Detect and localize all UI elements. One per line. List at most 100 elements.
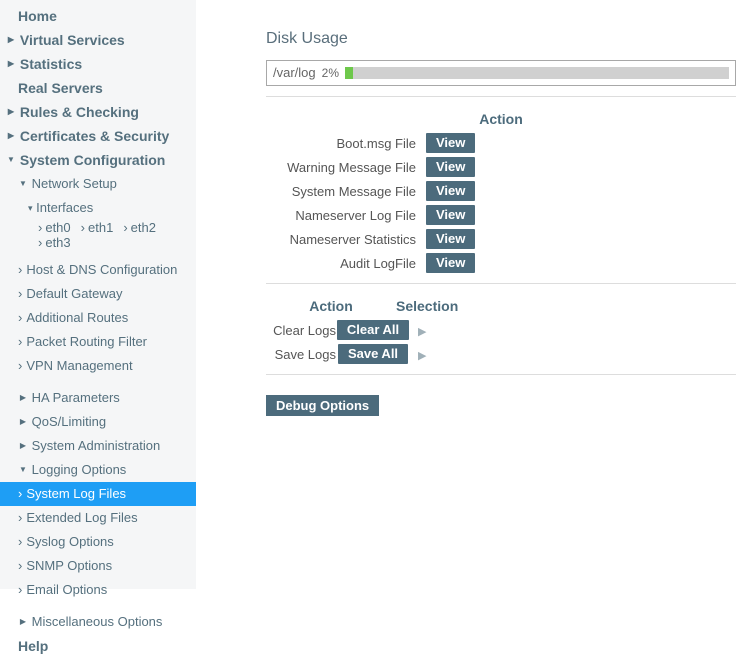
- sidebar: Home Virtual Services Statistics Real Se…: [0, 0, 196, 589]
- nav-packet-filter[interactable]: Packet Routing Filter: [0, 330, 196, 354]
- log-label: Audit LogFile: [266, 256, 416, 271]
- nav-certs-label: Certificates & Security: [20, 126, 169, 146]
- view-button[interactable]: View: [426, 181, 475, 201]
- nav-eth3[interactable]: eth3: [38, 235, 71, 250]
- log-label: Boot.msg File: [266, 136, 416, 151]
- nav-email-options[interactable]: Email Options: [0, 578, 196, 602]
- nav-statistics[interactable]: Statistics: [0, 52, 196, 76]
- nav-system-log-files[interactable]: System Log Files: [0, 482, 196, 506]
- view-button[interactable]: View: [426, 157, 475, 177]
- log-row: Nameserver Log FileView: [266, 205, 736, 225]
- nav-extended-log-files[interactable]: Extended Log Files: [0, 506, 196, 530]
- log-row: System Message FileView: [266, 181, 736, 201]
- action-header: Action: [266, 111, 736, 127]
- log-row: Warning Message File View: [266, 157, 736, 177]
- divider: [266, 374, 736, 375]
- nav-logging[interactable]: Logging Options: [0, 458, 196, 482]
- divider: [266, 283, 736, 284]
- nav-logging-label: Logging Options: [32, 460, 127, 480]
- clear-all-button[interactable]: Clear All: [337, 320, 409, 340]
- nav-real-servers[interactable]: Real Servers: [0, 76, 196, 100]
- nav-qos[interactable]: QoS/Limiting: [0, 410, 196, 434]
- nav-eth1[interactable]: eth1: [81, 220, 114, 235]
- clear-logs-label: Clear Logs: [266, 323, 336, 338]
- view-button[interactable]: View: [426, 133, 475, 153]
- chevron-right-icon: [6, 54, 16, 74]
- view-button[interactable]: View: [426, 205, 475, 225]
- bulk-row: Clear Logs Clear All: [266, 320, 736, 340]
- bulk-selection-header: Selection: [396, 298, 458, 314]
- nav-stats-label: Statistics: [20, 54, 82, 74]
- nav-sysadmin[interactable]: System Administration: [0, 434, 196, 458]
- nav-system-configuration[interactable]: System Configuration: [0, 148, 196, 172]
- disk-bar-fill: [345, 67, 353, 79]
- chevron-down-icon: [18, 460, 28, 480]
- disk-usage-title: Disk Usage: [266, 30, 736, 48]
- divider: [266, 96, 736, 97]
- nav-home[interactable]: Home: [0, 4, 196, 28]
- nav-certs[interactable]: Certificates & Security: [0, 124, 196, 148]
- nav-default-gateway[interactable]: Default Gateway: [0, 282, 196, 306]
- save-all-button[interactable]: Save All: [338, 344, 408, 364]
- nav-real-label: Real Servers: [18, 78, 103, 98]
- nav-hostdns-label: Host & DNS Configuration: [26, 260, 177, 280]
- nav-qos-label: QoS/Limiting: [32, 412, 106, 432]
- chevron-right-icon: [6, 30, 16, 50]
- nav-routes-label: Additional Routes: [26, 308, 128, 328]
- interfaces-row-1: eth0 eth1 eth2: [0, 220, 196, 235]
- nav-sysadmin-label: System Administration: [32, 436, 161, 456]
- log-label: Nameserver Statistics: [266, 232, 416, 247]
- expand-selection-icon[interactable]: [418, 326, 426, 338]
- nav-snmp-options[interactable]: SNMP Options: [0, 554, 196, 578]
- chevron-right-icon: [18, 412, 28, 432]
- chevron-right-icon: [6, 102, 16, 122]
- nav-extlog-label: Extended Log Files: [26, 508, 137, 528]
- chevron-down-icon: ▾: [28, 198, 33, 218]
- debug-options-button[interactable]: Debug Options: [266, 395, 379, 416]
- disk-usage-box: /var/log 2%: [266, 60, 736, 86]
- bulk-header: Action Selection: [266, 298, 736, 314]
- nav-filter-label: Packet Routing Filter: [26, 332, 147, 352]
- chevron-right-icon: [6, 126, 16, 146]
- expand-selection-icon[interactable]: [418, 350, 426, 362]
- nav-gateway-label: Default Gateway: [26, 284, 122, 304]
- nav-interfaces-label: Interfaces: [36, 198, 93, 218]
- nav-additional-routes[interactable]: Additional Routes: [0, 306, 196, 330]
- nav-virtual-services[interactable]: Virtual Services: [0, 28, 196, 52]
- log-label: Warning Message File: [266, 160, 416, 175]
- bulk-action-header: Action: [266, 298, 396, 314]
- chevron-down-icon: [6, 150, 16, 170]
- chevron-right-icon: [18, 436, 28, 456]
- nav-help[interactable]: Help: [0, 634, 196, 658]
- chevron-down-icon: [18, 174, 28, 194]
- bulk-actions-block: Action Selection Clear Logs Clear All Sa…: [266, 298, 736, 364]
- nav-eth0[interactable]: eth0: [38, 220, 71, 235]
- nav-netsetup-label: Network Setup: [32, 174, 117, 194]
- view-button[interactable]: View: [426, 229, 475, 249]
- nav-email-label: Email Options: [26, 580, 107, 600]
- disk-bar: [345, 67, 729, 79]
- nav-ha-label: HA Parameters: [32, 388, 120, 408]
- nav-home-label: Home: [18, 6, 57, 26]
- nav-misc[interactable]: Miscellaneous Options: [0, 610, 196, 634]
- nav-interfaces[interactable]: ▾ Interfaces: [0, 196, 196, 220]
- nav-sysconf-label: System Configuration: [20, 150, 165, 170]
- nav-host-dns[interactable]: Host & DNS Configuration: [0, 258, 196, 282]
- nav-help-label: Help: [18, 636, 48, 656]
- chevron-right-icon: [18, 388, 28, 408]
- nav-ha[interactable]: HA Parameters: [0, 386, 196, 410]
- log-actions-block: Action Boot.msg File View Warning Message…: [266, 111, 736, 273]
- nav-snmp-label: SNMP Options: [26, 556, 112, 576]
- nav-network-setup[interactable]: Network Setup: [0, 172, 196, 196]
- nav-rules[interactable]: Rules & Checking: [0, 100, 196, 124]
- nav-virtual-label: Virtual Services: [20, 30, 125, 50]
- nav-vpn-label: VPN Management: [26, 356, 132, 376]
- view-button[interactable]: View: [426, 253, 475, 273]
- log-row: Nameserver Statistics View: [266, 229, 736, 249]
- nav-eth2[interactable]: eth2: [123, 220, 156, 235]
- nav-vpn[interactable]: VPN Management: [0, 354, 196, 378]
- interfaces-row-2: eth3: [0, 235, 196, 250]
- nav-syslogopt-label: Syslog Options: [26, 532, 113, 552]
- nav-rules-label: Rules & Checking: [20, 102, 139, 122]
- nav-syslog-options[interactable]: Syslog Options: [0, 530, 196, 554]
